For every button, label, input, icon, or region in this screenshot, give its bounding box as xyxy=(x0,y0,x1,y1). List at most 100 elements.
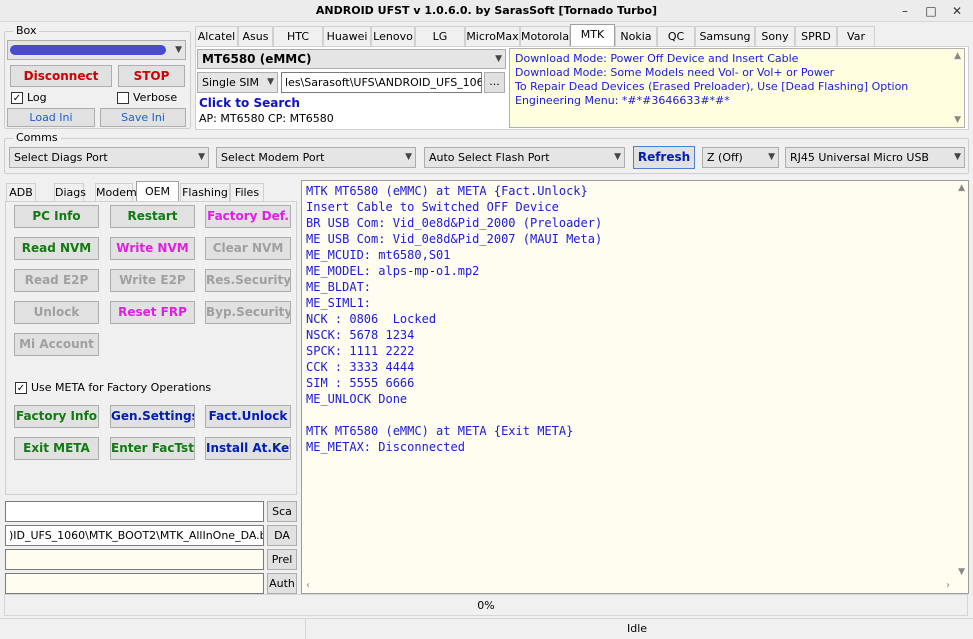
pc-info-button[interactable]: PC Info xyxy=(14,205,99,228)
scroll-right-icon[interactable]: › xyxy=(946,580,950,591)
diags-port-value: Select Diags Port xyxy=(14,151,108,164)
fact-unlock-button[interactable]: Fact.Unlock xyxy=(205,405,291,428)
use-meta-label: Use META for Factory Operations xyxy=(31,381,212,394)
log-line: ME_MODEL: alps-mp-o1.mp2 xyxy=(306,264,480,278)
tab-sprd[interactable]: SPRD xyxy=(795,26,837,46)
auth-button[interactable]: Auth xyxy=(267,573,297,594)
tab-micromax[interactable]: MicroMax xyxy=(465,26,520,46)
tab-var[interactable]: Var xyxy=(837,26,875,46)
log-lines: MTK MT6580 (eMMC) at META {Fact.Unlock} I… xyxy=(306,183,602,455)
log-line: ME_METAX: Disconnected xyxy=(306,440,465,454)
sca-button[interactable]: Sca xyxy=(267,501,297,522)
modem-port-value: Select Modem Port xyxy=(221,151,325,164)
unlock-button[interactable]: Unlock xyxy=(14,301,99,324)
log-line: ME USB Com: Vid_0e8d&Pid_2007 (MAUI Meta… xyxy=(306,232,603,246)
mtk-info-box: Download Mode: Power Off Device and Inse… xyxy=(509,48,965,128)
use-meta-checkbox[interactable]: ✓ xyxy=(15,382,27,394)
path-input[interactable]: les\Sarasoft\UFS\ANDROID_UFS_1060 xyxy=(281,72,482,93)
tab-files[interactable]: Files xyxy=(230,183,264,201)
log-checkbox[interactable]: ✓ xyxy=(11,92,23,104)
scroll-left-icon[interactable]: ‹ xyxy=(306,580,310,591)
install-at-key-button[interactable]: Install At.Key xyxy=(205,437,291,460)
rj45-select[interactable]: RJ45 Universal Micro USB ▼ xyxy=(785,147,965,168)
tab-diags[interactable]: Diags xyxy=(54,183,86,201)
log-line: ME_SIML1: xyxy=(306,296,372,310)
disconnect-button[interactable]: Disconnect xyxy=(10,65,112,87)
ap-cp-info: AP: MT6580 CP: MT6580 xyxy=(199,112,334,125)
enter-factst-button[interactable]: Enter FacTst xyxy=(110,437,195,460)
chevron-down-icon: ▼ xyxy=(405,152,412,162)
tab-qc[interactable]: QC xyxy=(657,26,695,46)
verbose-checkbox[interactable] xyxy=(117,92,129,104)
scroll-up-icon[interactable]: ▲ xyxy=(954,51,961,61)
gen-settings-button[interactable]: Gen.Settings xyxy=(110,405,195,428)
log-line: MTK MT6580 (eMMC) at META {Exit META} xyxy=(306,424,574,438)
z-value: Z (Off) xyxy=(707,151,743,164)
tab-flashing[interactable]: Flashing xyxy=(180,183,230,201)
restart-button[interactable]: Restart xyxy=(110,205,195,228)
tab-alcatel[interactable]: Alcatel xyxy=(195,26,238,46)
tab-huawei[interactable]: Huawei xyxy=(323,26,371,46)
log-output[interactable]: MTK MT6580 (eMMC) at META {Fact.Unlock} I… xyxy=(301,180,969,594)
scroll-down-icon[interactable]: ▼ xyxy=(958,567,965,577)
maximize-button[interactable]: □ xyxy=(918,2,944,20)
sca-input[interactable] xyxy=(5,501,264,522)
tab-nokia[interactable]: Nokia xyxy=(615,26,657,46)
diags-port-select[interactable]: Select Diags Port ▼ xyxy=(9,147,209,168)
log-line: ME_UNLOCK Done xyxy=(306,392,408,406)
read-e2p-button[interactable]: Read E2P xyxy=(14,269,99,292)
tab-lenovo[interactable]: Lenovo xyxy=(371,26,415,46)
write-nvm-button[interactable]: Write NVM xyxy=(110,237,195,260)
exit-meta-button[interactable]: Exit META xyxy=(14,437,99,460)
tab-mtk[interactable]: MTK xyxy=(570,24,615,46)
chip-select[interactable]: MT6580 (eMMC) ▼ xyxy=(197,49,506,69)
minimize-button[interactable]: – xyxy=(892,2,918,20)
flash-port-value: Auto Select Flash Port xyxy=(429,151,550,164)
click-to-search-link[interactable]: Click to Search xyxy=(199,96,300,110)
modem-port-select[interactable]: Select Modem Port ▼ xyxy=(216,147,416,168)
tab-sony[interactable]: Sony xyxy=(755,26,795,46)
tab-asus[interactable]: Asus xyxy=(238,26,273,46)
refresh-button[interactable]: Refresh xyxy=(633,146,695,169)
res-security-button[interactable]: Res.Security xyxy=(205,269,291,292)
log-line: BR USB Com: Vid_0e8d&Pid_2000 (Preloader… xyxy=(306,216,603,230)
sim-select[interactable]: Single SIM ▼ xyxy=(197,72,278,93)
reset-frp-button[interactable]: Reset FRP xyxy=(110,301,195,324)
da-input[interactable]: )ID_UFS_1060\MTK_BOOT2\MTK_AllInOne_DA.b… xyxy=(5,525,264,546)
verbose-label: Verbose xyxy=(133,91,178,104)
box-select[interactable]: ▼ xyxy=(7,40,186,60)
byp-security-button[interactable]: Byp.Security xyxy=(205,301,291,324)
info-line: To Repair Dead Devices (Erased Preloader… xyxy=(515,80,909,93)
tab-htc[interactable]: HTC xyxy=(273,26,323,46)
factory-info-button[interactable]: Factory Info xyxy=(14,405,99,428)
mi-account-button[interactable]: Mi Account xyxy=(14,333,99,356)
z-select[interactable]: Z (Off) ▼ xyxy=(702,147,779,168)
auth-input[interactable] xyxy=(5,573,264,594)
flash-port-select[interactable]: Auto Select Flash Port ▼ xyxy=(424,147,625,168)
tab-adb[interactable]: ADB xyxy=(6,183,36,201)
tab-modem[interactable]: Modem xyxy=(95,183,137,201)
prel-button[interactable]: Prel xyxy=(267,549,297,570)
factory-def-button[interactable]: Factory Def. xyxy=(205,205,291,228)
browse-button[interactable]: ... xyxy=(484,72,505,93)
tab-motorola[interactable]: Motorola xyxy=(520,26,570,46)
prel-input[interactable] xyxy=(5,549,264,570)
read-nvm-button[interactable]: Read NVM xyxy=(14,237,99,260)
save-ini-button[interactable]: Save Ini xyxy=(100,108,186,127)
progress-text: 0% xyxy=(477,599,495,612)
tab-lg[interactable]: LG xyxy=(415,26,465,46)
vendor-tabs: Alcatel Asus HTC Huawei Lenovo LG MicroM… xyxy=(195,24,895,46)
tab-samsung[interactable]: Samsung xyxy=(695,26,755,46)
info-line: Download Mode: Some Models need Vol- or … xyxy=(515,66,835,79)
write-e2p-button[interactable]: Write E2P xyxy=(110,269,195,292)
close-button[interactable]: ✕ xyxy=(944,2,970,20)
clear-nvm-button[interactable]: Clear NVM xyxy=(205,237,291,260)
scroll-down-icon[interactable]: ▼ xyxy=(954,115,961,125)
stop-button[interactable]: STOP xyxy=(118,65,185,87)
tab-oem[interactable]: OEM xyxy=(136,181,179,201)
load-ini-button[interactable]: Load Ini xyxy=(7,108,95,127)
da-button[interactable]: DA xyxy=(267,525,297,546)
rj45-value: RJ45 Universal Micro USB xyxy=(790,151,929,164)
scroll-up-icon[interactable]: ▲ xyxy=(958,183,965,193)
